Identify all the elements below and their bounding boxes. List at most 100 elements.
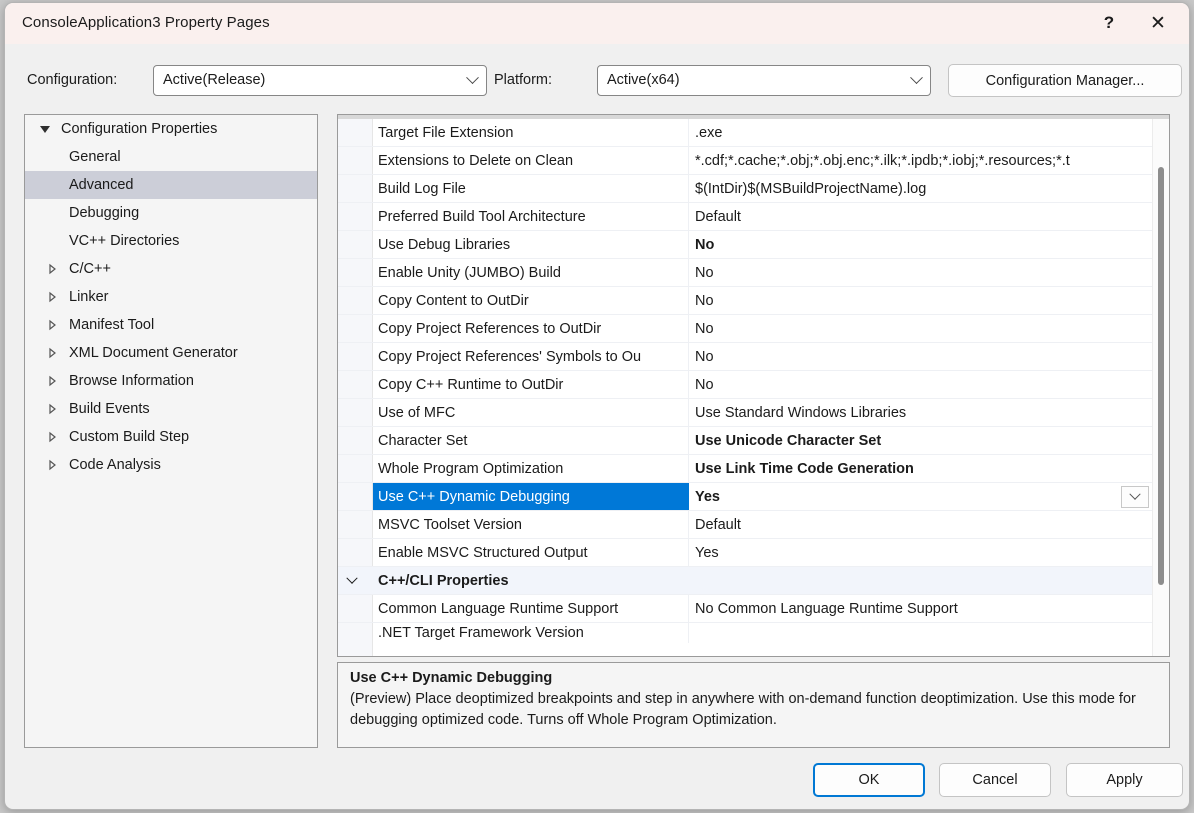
close-icon[interactable]: ✕ xyxy=(1135,3,1181,44)
property-value[interactable]: *.cdf;*.cache;*.obj;*.obj.enc;*.ilk;*.ip… xyxy=(690,147,1169,174)
tree-item-label: Custom Build Step xyxy=(69,429,190,445)
cancel-button[interactable]: Cancel xyxy=(939,763,1051,797)
property-row[interactable]: Character Set Use Unicode Character Set xyxy=(338,427,1169,455)
property-value[interactable]: .exe xyxy=(690,119,1169,146)
tree-item-build-events[interactable]: Build Events xyxy=(25,395,317,423)
property-value[interactable]: Yes xyxy=(690,539,1169,566)
configuration-label: Configuration: xyxy=(27,72,118,88)
tree-item-vc-directories[interactable]: VC++ Directories xyxy=(25,227,317,255)
platform-label: Platform: xyxy=(494,72,553,88)
property-value[interactable]: No xyxy=(690,231,1169,258)
tree-item-linker[interactable]: Linker xyxy=(25,283,317,311)
property-name: Whole Program Optimization xyxy=(373,455,689,482)
tree-item-label: XML Document Generator xyxy=(69,345,238,361)
platform-combobox[interactable]: Active(x64) xyxy=(597,65,931,96)
property-value[interactable]: Use Link Time Code Generation xyxy=(690,455,1169,482)
property-value[interactable]: No xyxy=(690,315,1169,342)
property-row[interactable]: Use C++ Dynamic Debugging Yes xyxy=(338,483,1169,511)
property-value[interactable]: Yes xyxy=(690,483,1169,510)
property-name: Character Set xyxy=(373,427,689,454)
property-name: Enable MSVC Structured Output xyxy=(373,539,689,566)
property-row[interactable]: Preferred Build Tool Architecture Default xyxy=(338,203,1169,231)
property-row[interactable]: Whole Program Optimization Use Link Time … xyxy=(338,455,1169,483)
property-name: Build Log File xyxy=(373,175,689,202)
configuration-value: Active(Release) xyxy=(163,72,266,88)
value-dropdown-button[interactable] xyxy=(1121,486,1149,508)
property-row[interactable]: Build Log File $(IntDir)$(MSBuildProjectN… xyxy=(338,175,1169,203)
window-title: ConsoleApplication3 Property Pages xyxy=(22,14,270,31)
property-grid[interactable]: Target File Extension .exe Extensions to D… xyxy=(337,114,1170,657)
tree-item-custom-build-step[interactable]: Custom Build Step xyxy=(25,423,317,451)
property-row[interactable]: Extensions to Delete on Clean *.cdf;*.cac… xyxy=(338,147,1169,175)
property-row[interactable]: Copy Project References to OutDir No xyxy=(338,315,1169,343)
property-value[interactable]: No xyxy=(690,287,1169,314)
property-group-header[interactable]: C++/CLI Properties xyxy=(338,567,1169,595)
property-row[interactable]: Use of MFC Use Standard Windows Libraries xyxy=(338,399,1169,427)
chevron-down-icon xyxy=(466,66,479,95)
tree-item-label: Code Analysis xyxy=(69,457,161,473)
property-pages-dialog: ConsoleApplication3 Property Pages ? ✕ C… xyxy=(4,2,1190,810)
property-row[interactable]: Use Debug Libraries No xyxy=(338,231,1169,259)
chevron-down-icon xyxy=(1129,488,1141,500)
triangle-right-icon xyxy=(47,319,67,331)
property-value[interactable]: Default xyxy=(690,511,1169,538)
property-row[interactable]: Common Language Runtime Support No Common… xyxy=(338,595,1169,623)
property-name: Target File Extension xyxy=(373,119,689,146)
property-row[interactable]: Target File Extension .exe xyxy=(338,119,1169,147)
configuration-combobox[interactable]: Active(Release) xyxy=(153,65,487,96)
property-name: Use of MFC xyxy=(373,399,689,426)
property-value[interactable]: Default xyxy=(690,203,1169,230)
property-value[interactable]: Use Unicode Character Set xyxy=(690,427,1169,454)
property-value[interactable]: No xyxy=(690,343,1169,370)
property-value[interactable]: No xyxy=(690,371,1169,398)
property-name: Copy C++ Runtime to OutDir xyxy=(373,371,689,398)
property-value[interactable] xyxy=(690,567,1169,594)
configuration-tree[interactable]: Configuration Properties General Advanced D… xyxy=(24,114,318,748)
tree-item-label: Browse Information xyxy=(69,373,194,389)
property-row[interactable]: Enable MSVC Structured Output Yes xyxy=(338,539,1169,567)
tree-item-label: Debugging xyxy=(69,205,140,221)
grid-scrollbar-thumb[interactable] xyxy=(1158,167,1164,585)
tree-item-manifest-tool[interactable]: Manifest Tool xyxy=(25,311,317,339)
property-value[interactable]: No xyxy=(690,259,1169,286)
property-value[interactable]: $(IntDir)$(MSBuildProjectName).log xyxy=(690,175,1169,202)
description-panel: Use C++ Dynamic Debugging (Preview) Plac… xyxy=(337,662,1170,748)
chevron-down-icon xyxy=(910,66,923,95)
tree-item-c-c[interactable]: C/C++ xyxy=(25,255,317,283)
tree-item-label: Configuration Properties xyxy=(61,121,218,137)
property-name: .NET Target Framework Version xyxy=(373,623,689,643)
tree-item-configuration-properties[interactable]: Configuration Properties xyxy=(25,115,317,143)
property-row[interactable]: MSVC Toolset Version Default xyxy=(338,511,1169,539)
tree-item-general[interactable]: General xyxy=(25,143,317,171)
triangle-right-icon xyxy=(47,403,67,415)
description-body: (Preview) Place deoptimized breakpoints … xyxy=(350,691,1136,728)
grid-scrollbar[interactable] xyxy=(1152,119,1169,656)
ok-button[interactable]: OK xyxy=(813,763,925,797)
description-title: Use C++ Dynamic Debugging xyxy=(350,670,553,686)
property-name: Common Language Runtime Support xyxy=(373,595,689,622)
property-row[interactable]: Enable Unity (JUMBO) Build No xyxy=(338,259,1169,287)
tree-item-advanced[interactable]: Advanced xyxy=(25,171,317,199)
tree-item-xml-document-generator[interactable]: XML Document Generator xyxy=(25,339,317,367)
property-name: Use C++ Dynamic Debugging xyxy=(373,483,689,510)
property-name: Use Debug Libraries xyxy=(373,231,689,258)
help-icon[interactable]: ? xyxy=(1086,3,1132,44)
property-name: Copy Project References' Symbols to Ou xyxy=(373,343,689,370)
property-row[interactable]: Copy Project References' Symbols to Ou No xyxy=(338,343,1169,371)
property-row[interactable]: Copy C++ Runtime to OutDir No xyxy=(338,371,1169,399)
property-name: Enable Unity (JUMBO) Build xyxy=(373,259,689,286)
property-name: Copy Project References to OutDir xyxy=(373,315,689,342)
property-name: MSVC Toolset Version xyxy=(373,511,689,538)
chevron-down-icon[interactable] xyxy=(346,567,358,594)
apply-button[interactable]: Apply xyxy=(1066,763,1183,797)
title-bar: ConsoleApplication3 Property Pages ? ✕ xyxy=(5,3,1189,44)
property-value[interactable] xyxy=(690,623,1169,643)
property-row[interactable]: Copy Content to OutDir No xyxy=(338,287,1169,315)
tree-item-code-analysis[interactable]: Code Analysis xyxy=(25,451,317,479)
property-value[interactable]: Use Standard Windows Libraries xyxy=(690,399,1169,426)
property-value[interactable]: No Common Language Runtime Support xyxy=(690,595,1169,622)
tree-item-browse-information[interactable]: Browse Information xyxy=(25,367,317,395)
tree-item-debugging[interactable]: Debugging xyxy=(25,199,317,227)
property-row[interactable]: .NET Target Framework Version xyxy=(338,623,1169,643)
configuration-manager-button[interactable]: Configuration Manager... xyxy=(948,64,1182,97)
